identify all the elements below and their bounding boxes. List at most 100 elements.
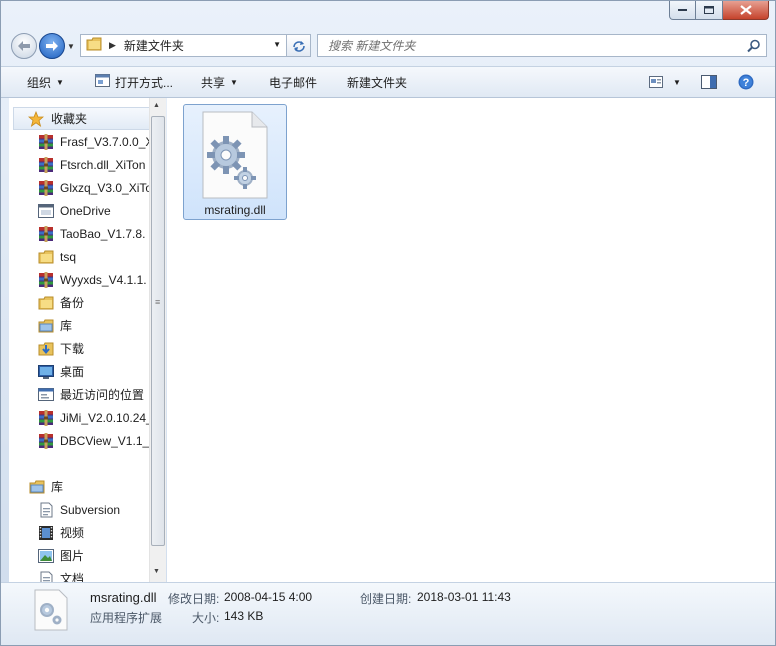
- sidebar-favorite-item[interactable]: Glxzq_V3.0_XiTo: [38, 176, 152, 199]
- details-modified-label: 修改日期:: [168, 592, 220, 606]
- arrow-right-icon: [46, 41, 58, 51]
- winrar-archive-icon: [38, 271, 54, 288]
- library-icon: [38, 318, 54, 334]
- scroll-up-arrow[interactable]: ▲: [153, 102, 160, 109]
- details-size-value: 143 KB: [224, 609, 264, 623]
- sidebar-favorite-item[interactable]: 库: [38, 314, 72, 337]
- sidebar-favorite-item-label: OneDrive: [60, 203, 111, 218]
- minimize-button[interactable]: [669, 1, 696, 20]
- winrar-archive-icon: [38, 156, 54, 173]
- file-list: msrating.dll: [167, 98, 775, 582]
- details-filetype: 应用程序扩展: [90, 611, 163, 625]
- refresh-icon: [292, 40, 305, 52]
- open-with-button[interactable]: 打开方式...: [95, 67, 173, 97]
- sidebar-favorite-item[interactable]: DBCView_V1.1_: [38, 429, 149, 452]
- email-button[interactable]: 电子邮件: [269, 67, 317, 97]
- close-button[interactable]: [723, 1, 769, 20]
- search-box[interactable]: [317, 34, 767, 57]
- sidebar-library-item-label: Subversion: [60, 502, 121, 517]
- sidebar-library-item[interactable]: 视频: [38, 521, 84, 544]
- preview-pane-icon: [701, 75, 717, 89]
- sidebar-favorite-item[interactable]: tsq: [38, 245, 76, 268]
- sidebar-favorite-item-label: TaoBao_V1.7.8.: [60, 226, 146, 241]
- library-icon: [29, 479, 45, 495]
- sidebar-favorite-item[interactable]: Frasf_V3.7.0.0_X: [38, 130, 153, 153]
- sidebar-favorite-item[interactable]: Ftsrch.dll_XiTon: [38, 153, 145, 176]
- grip-icon: ≡: [155, 297, 161, 307]
- organize-button[interactable]: 组织 ▼: [27, 67, 64, 97]
- search-input[interactable]: [318, 35, 730, 57]
- sidebar-favorite-item-label: tsq: [60, 249, 77, 264]
- refresh-button[interactable]: [287, 34, 311, 57]
- close-icon: [739, 5, 752, 15]
- winrar-archive-icon: [38, 225, 54, 242]
- breadcrumb-separator[interactable]: ▶: [109, 40, 116, 51]
- share-button[interactable]: 共享 ▼: [201, 67, 238, 97]
- star-icon: [28, 110, 44, 127]
- arrow-left-icon: [18, 41, 30, 51]
- sidebar-favorite-item-label: 下载: [60, 342, 85, 356]
- file-item[interactable]: msrating.dll: [183, 104, 287, 220]
- sidebar-favorite-item-label: Glxzq_V3.0_XiTo: [60, 180, 153, 195]
- new-folder-label: 新建文件夹: [347, 75, 408, 90]
- sidebar-favorite-item[interactable]: JiMi_V2.0.10.24_: [38, 406, 153, 429]
- forward-button[interactable]: [39, 33, 65, 59]
- sidebar-library-item-label: 文档: [60, 572, 85, 582]
- chevron-down-icon[interactable]: ▼: [673, 78, 681, 87]
- preview-pane-button[interactable]: [701, 67, 717, 97]
- window-icon: [38, 203, 54, 219]
- sidebar-library-item[interactable]: Subversion: [38, 498, 120, 521]
- scroll-down-arrow[interactable]: ▼: [153, 568, 160, 575]
- change-view-button[interactable]: ▼: [649, 67, 681, 97]
- dll-settings-file-icon: [202, 111, 268, 202]
- sidebar-favorite-item[interactable]: TaoBao_V1.7.8.: [38, 222, 145, 245]
- sidebar-favorite-item[interactable]: 备份: [38, 291, 84, 314]
- nav-libraries-label: 库: [51, 480, 64, 494]
- nav-favorites-header[interactable]: 收藏夹: [13, 107, 153, 130]
- sidebar-favorite-item[interactable]: 桌面: [38, 360, 84, 383]
- sidebar-favorite-item[interactable]: 下载: [38, 337, 84, 360]
- recent-pages-dropdown[interactable]: ▼: [67, 42, 75, 51]
- sidebar-favorite-item-label: 桌面: [60, 365, 85, 379]
- document-library-icon: [38, 571, 54, 582]
- breadcrumb-current-folder[interactable]: 新建文件夹: [124, 37, 184, 54]
- address-bar[interactable]: ▶ 新建文件夹 ▼: [80, 34, 287, 57]
- winrar-archive-icon: [38, 409, 54, 426]
- navigation-pane: 收藏夹 Frasf_V3.7.0.0_X Ftsrch.dll_XiTon Glxz…: [9, 98, 166, 582]
- details-modified-value: 2008-04-15 4:00: [224, 590, 313, 604]
- search-icon[interactable]: [747, 39, 761, 56]
- nav-favorites-label: 收藏夹: [51, 112, 88, 126]
- organize-label: 组织: [27, 75, 52, 90]
- sidebar-favorite-item-label: 备份: [60, 296, 85, 310]
- dll-settings-file-icon: [34, 589, 68, 634]
- chevron-down-icon[interactable]: ▼: [273, 40, 281, 49]
- maximize-button[interactable]: [696, 1, 723, 20]
- minimize-icon: [677, 9, 687, 11]
- open-with-label: 打开方式...: [115, 75, 174, 90]
- maximize-icon: [703, 5, 714, 14]
- sidebar-library-item[interactable]: 图片: [38, 544, 84, 567]
- winrar-archive-icon: [38, 432, 54, 449]
- sidebar-favorite-item[interactable]: Wyyxds_V4.1.1.: [38, 268, 147, 291]
- sidebar-favorite-item-label: Frasf_V3.7.0.0_X: [60, 134, 154, 149]
- nav-libraries-header[interactable]: 库: [29, 475, 63, 498]
- details-pane: msrating.dll 应用程序扩展 修改日期: 2008-04-15 4:0…: [1, 582, 775, 645]
- winrar-archive-icon: [38, 179, 54, 196]
- sidebar-favorite-item-label: JiMi_V2.0.10.24_: [60, 410, 153, 425]
- help-button[interactable]: ?: [738, 67, 754, 97]
- details-size-label: 大小:: [192, 611, 220, 625]
- sidebar-library-item[interactable]: 文档: [38, 567, 84, 582]
- sidebar-favorite-item[interactable]: 最近访问的位置: [38, 383, 144, 406]
- sidebar-favorite-item-label: DBCView_V1.1_: [60, 433, 150, 448]
- navigation-scrollbar[interactable]: ▲ ≡ ▼: [149, 98, 166, 582]
- sidebar-favorite-item-label: 最近访问的位置: [60, 388, 145, 402]
- sidebar-favorite-item[interactable]: OneDrive: [38, 199, 111, 222]
- new-folder-button[interactable]: 新建文件夹: [347, 67, 407, 97]
- address-row: ▼ ▶ 新建文件夹 ▼: [1, 29, 775, 63]
- scrollbar-thumb[interactable]: ≡: [151, 116, 165, 546]
- folder-icon: [38, 295, 54, 311]
- chevron-down-icon: ▼: [56, 77, 64, 87]
- winrar-archive-icon: [38, 133, 54, 150]
- command-bar: 组织 ▼ 打开方式... 共享 ▼ 电子邮件 新建文件夹 ▼ ?: [1, 66, 775, 98]
- back-button[interactable]: [11, 33, 37, 59]
